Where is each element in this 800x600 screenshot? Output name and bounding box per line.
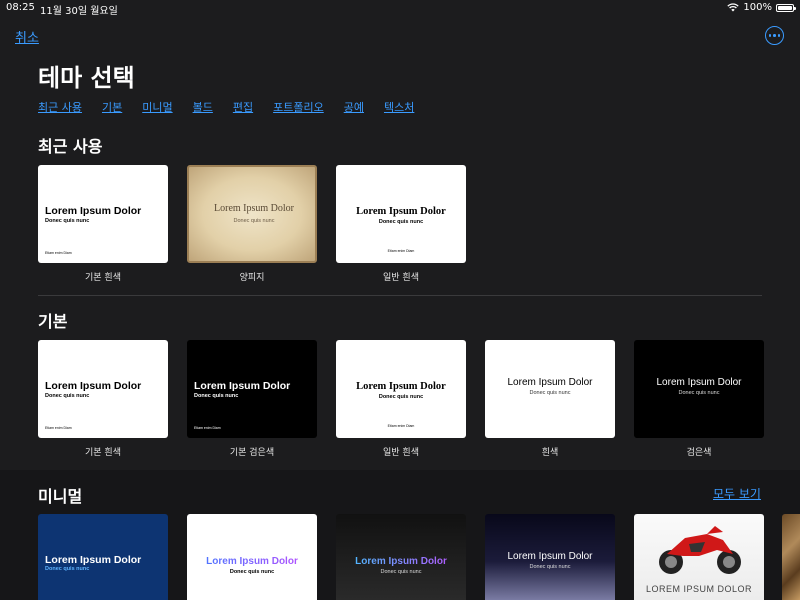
nav-link-bold[interactable]: 볼드 (193, 99, 213, 115)
thumb-footer: Etiam enim Diam (45, 426, 72, 430)
theme-thumb-white[interactable]: Lorem Ipsum Dolor Donec quis nunc (485, 340, 615, 438)
page-title: 테마 선택 (38, 64, 135, 92)
theme-thumb-minimal-gradient-dark[interactable]: Lorem Ipsum Dolor Donec quis nunc (336, 514, 466, 600)
thumb-footer: Etiam enim Diam (194, 426, 221, 430)
status-time: 08:25 (6, 2, 35, 13)
nav-link-basic[interactable]: 기본 (102, 99, 122, 115)
nav-link-editorial[interactable]: 편집 (233, 99, 253, 115)
thumb-heading: LOREM IPSUM DOLOR (645, 584, 752, 594)
thumb-heading: Lorem Ipsum Dolor (356, 206, 446, 217)
thumb-subtitle: Donec quis nunc (378, 394, 424, 400)
status-date: 11월 30일 월요일 (40, 6, 118, 17)
thumb-subtitle: Donec quis nunc (233, 218, 275, 224)
wifi-icon (727, 3, 740, 12)
theme-caption: 기본 검은색 (229, 448, 275, 458)
theme-thumb-minimal-photo[interactable]: LOREM IPSUM DOLOR (634, 514, 764, 600)
theme-caption: 기본 흰색 (85, 448, 121, 458)
thumb-heading: Lorem Ipsum Dolor (45, 380, 142, 392)
nav-link-craft[interactable]: 공예 (344, 99, 364, 115)
section-title-minimal: 미니멀 (38, 487, 83, 506)
theme-caption: 흰색 (541, 448, 559, 458)
nav-link-texture[interactable]: 텍스처 (384, 99, 414, 115)
thumb-subtitle: Donec quis nunc (378, 219, 424, 225)
motorcycle-image (659, 526, 741, 574)
thumb-heading: Lorem Ipsum Dolor (507, 377, 593, 388)
thumb-subtitle: Donec quis nunc (529, 564, 571, 570)
thumb-subtitle: Donec quis nunc (45, 566, 90, 572)
theme-thumb-basic-white[interactable]: Lorem Ipsum Dolor Donec quis nunc Etiam … (38, 165, 168, 263)
thumb-heading: Lorem Ipsum Dolor (194, 380, 291, 392)
nav-link-minimal[interactable]: 미니멀 (142, 99, 172, 115)
thumb-heading: Lorem Ipsum Dolor (356, 381, 446, 392)
thumb-footer: Etiam enim Diam (387, 424, 415, 428)
theme-caption: 양피지 (239, 273, 265, 283)
theme-thumb-minimal-twilight[interactable]: Lorem Ipsum Dolor Donec quis nunc (485, 514, 615, 600)
thumb-heading: Lorem Ipsum Dolor (336, 556, 466, 567)
status-right: 100% (727, 2, 796, 13)
thumb-subtitle: Donec quis nunc (229, 569, 275, 575)
theme-thumb-minimal-blue[interactable]: Lorem Ipsum Dolor Donec quis nunc (38, 514, 168, 600)
thumb-heading: Lorem Ipsum Dolor (45, 554, 142, 566)
theme-caption: 일반 흰색 (383, 273, 419, 283)
cancel-button[interactable]: 취소 (15, 27, 39, 46)
theme-thumb-texture-partial[interactable] (782, 514, 800, 600)
section-title-basic: 기본 (38, 312, 68, 331)
theme-thumb-minimal-gradient-white[interactable]: Lorem Ipsum Dolor Donec quis nunc (187, 514, 317, 600)
thumb-heading: Lorem Ipsum Dolor (656, 377, 742, 388)
theme-thumb-basic-black[interactable]: Lorem Ipsum Dolor Donec quis nunc Etiam … (187, 340, 317, 438)
nav-link-recent[interactable]: 최근 사용 (38, 99, 82, 115)
theme-thumb-plain-white[interactable]: Lorem Ipsum Dolor Donec quis nunc Etiam … (336, 340, 466, 438)
thumb-subtitle: Donec quis nunc (194, 393, 239, 399)
thumb-heading: Lorem Ipsum Dolor (214, 203, 294, 214)
thumb-subtitle: Donec quis nunc (45, 218, 90, 224)
category-nav: 최근 사용 기본 미니멀 볼드 편집 포트폴리오 공예 텍스처 (38, 99, 434, 115)
section-title-recent: 최근 사용 (38, 137, 103, 156)
thumb-heading: Lorem Ipsum Dolor (507, 551, 593, 562)
theme-caption: 기본 흰색 (85, 273, 121, 283)
theme-caption: 일반 흰색 (383, 448, 419, 458)
thumb-subtitle: Donec quis nunc (678, 390, 720, 396)
battery-percent: 100% (743, 2, 772, 13)
theme-thumb-basic-white[interactable]: Lorem Ipsum Dolor Donec quis nunc Etiam … (38, 340, 168, 438)
nav-link-portfolio[interactable]: 포트폴리오 (273, 99, 324, 115)
battery-icon (776, 3, 796, 12)
thumb-subtitle: Donec quis nunc (529, 390, 571, 396)
theme-caption: 검은색 (686, 448, 712, 458)
thumb-heading: Lorem Ipsum Dolor (45, 205, 142, 217)
thumb-subtitle: Donec quis nunc (380, 569, 422, 575)
thumb-heading: Lorem Ipsum Dolor (187, 556, 317, 567)
thumb-subtitle: Donec quis nunc (45, 393, 90, 399)
thumb-footer: Etiam enim Diam (387, 249, 415, 253)
thumb-footer: Etiam enim Diam (45, 251, 72, 255)
ellipsis-circle-icon[interactable] (765, 26, 784, 45)
status-bar: 08:25 11월 30일 월요일 100% (0, 0, 800, 17)
theme-thumb-black[interactable]: Lorem Ipsum Dolor Donec quis nunc (634, 340, 764, 438)
theme-thumb-parchment[interactable]: Lorem Ipsum Dolor Donec quis nunc (187, 165, 317, 263)
see-all-link[interactable]: 모두 보기 (713, 485, 761, 502)
section-divider (38, 295, 762, 296)
theme-thumb-plain-white[interactable]: Lorem Ipsum Dolor Donec quis nunc Etiam … (336, 165, 466, 263)
